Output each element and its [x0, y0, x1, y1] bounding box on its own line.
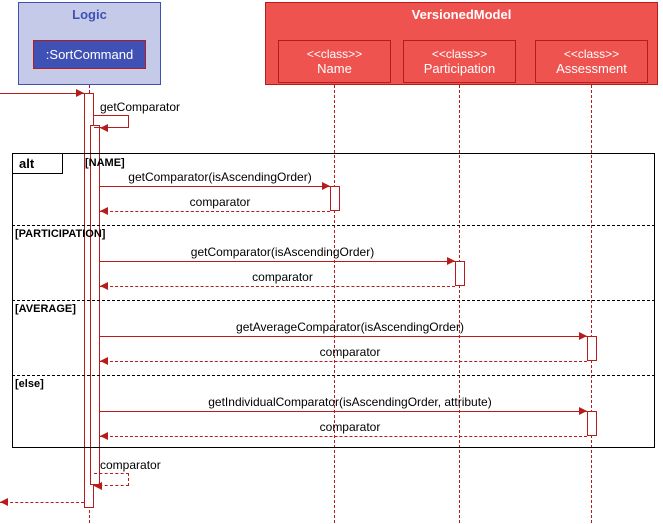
divider-3 — [12, 375, 655, 376]
participant-participation: <<class>> Participation — [403, 40, 516, 83]
guard-else: [else] — [15, 378, 44, 390]
name-label: Name — [287, 61, 382, 76]
arrow-ret-part-head — [100, 282, 108, 290]
arrow-to-else-head — [579, 407, 587, 415]
versioned-title: VersionedModel — [266, 3, 657, 26]
assess-stereo: <<class>> — [544, 47, 639, 61]
part-stereo: <<class>> — [412, 47, 507, 61]
arrow-ret-name-head — [100, 207, 108, 215]
arrow-ret-avg — [100, 361, 587, 362]
msg-to-else: getIndividualComparator(isAscendingOrder… — [110, 395, 590, 409]
arrow-ret-part — [100, 286, 455, 287]
part-label: Participation — [412, 61, 507, 76]
msg-to-avg: getAverageComparator(isAscendingOrder) — [110, 320, 590, 334]
self-ret-head — [94, 482, 102, 490]
guard-name: [NAME] — [85, 157, 125, 169]
divider-2 — [12, 300, 655, 301]
msg-ret-part: comparator — [110, 270, 455, 284]
arrow-ret-else-head — [100, 432, 108, 440]
self-call-head — [100, 124, 108, 132]
arrow-to-avg-head — [579, 332, 587, 340]
arrow-ret-name — [100, 211, 330, 212]
logic-title: Logic — [19, 3, 160, 26]
arrow-ret-avg-head — [100, 357, 108, 365]
arrow-to-name-head — [322, 182, 330, 190]
msg-ret-name: comparator — [110, 195, 330, 209]
participant-name: <<class>> Name — [278, 40, 391, 83]
divider-1 — [12, 225, 655, 226]
arrow-entry — [0, 93, 84, 94]
msg-self-get: getComparator — [100, 100, 180, 114]
msg-to-name: getComparator(isAscendingOrder) — [110, 170, 330, 184]
arrow-entry-head — [76, 89, 84, 97]
arrow-to-name — [100, 186, 330, 187]
arrow-exit-head — [0, 498, 8, 506]
activation-name — [330, 186, 340, 211]
alt-label: alt — [13, 154, 63, 174]
guard-participation: [PARTICIPATION] — [15, 228, 105, 240]
assess-label: Assessment — [544, 61, 639, 76]
msg-ret-avg: comparator — [110, 345, 590, 359]
participant-sortcommand: :SortCommand — [33, 40, 146, 69]
arrow-ret-else — [100, 436, 587, 437]
msg-self-ret: comparator — [100, 458, 161, 472]
msg-ret-else: comparator — [110, 420, 590, 434]
arrow-to-part-head — [447, 257, 455, 265]
arrow-to-part — [100, 261, 455, 262]
guard-average: [AVERAGE] — [15, 303, 76, 315]
name-stereo: <<class>> — [287, 47, 382, 61]
msg-to-part: getComparator(isAscendingOrder) — [110, 245, 455, 259]
arrow-to-avg — [100, 336, 587, 337]
arrow-to-else — [100, 411, 587, 412]
participant-assessment: <<class>> Assessment — [535, 40, 648, 83]
participant-sort-label: :SortCommand — [46, 47, 133, 62]
arrow-exit — [0, 502, 84, 503]
activation-part — [455, 261, 465, 286]
